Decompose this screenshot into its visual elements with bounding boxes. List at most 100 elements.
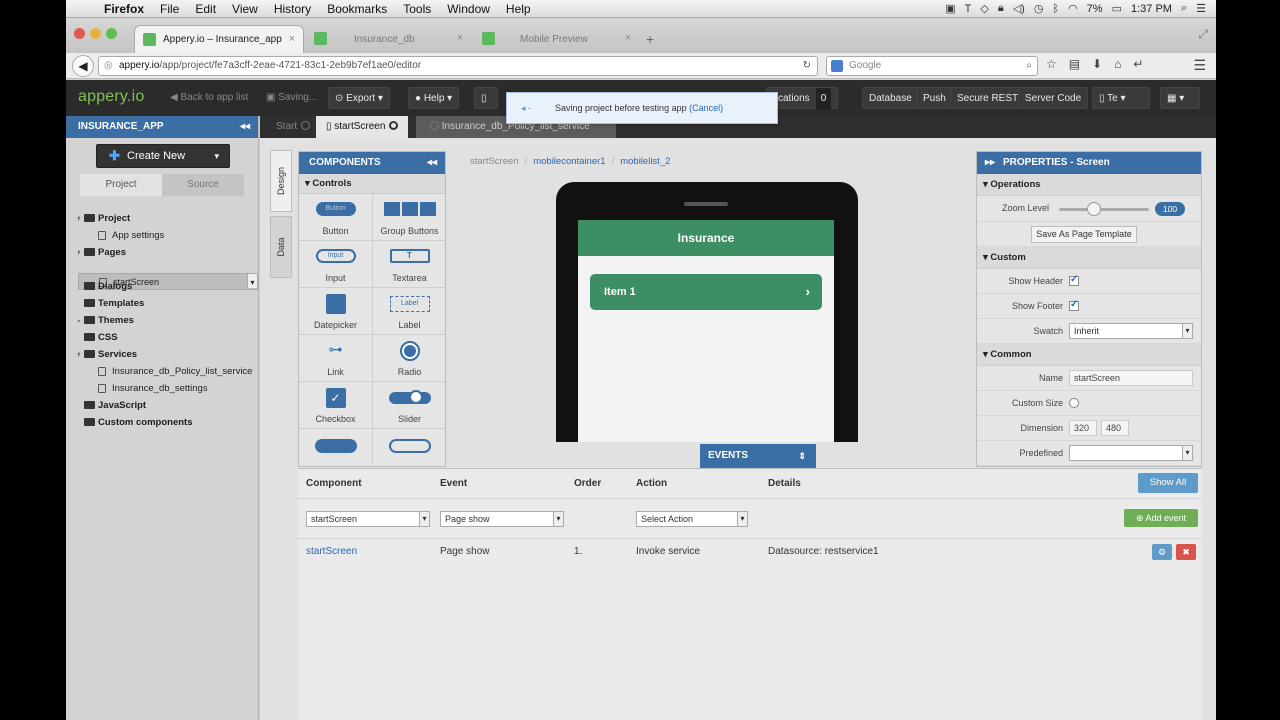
url-bar[interactable]: ◎ appery.io/app/project/fe7a3cff-2eae-47…: [98, 56, 818, 76]
notification-center-icon[interactable]: ☰: [1196, 2, 1206, 15]
breadcrumb-item[interactable]: mobilelist_2: [620, 156, 670, 167]
name-input[interactable]: startScreen: [1069, 370, 1193, 386]
common-section[interactable]: ▾ Common: [977, 344, 1201, 366]
search-icon[interactable]: ⌕: [1026, 57, 1032, 75]
home-icon[interactable]: ⌂: [1114, 57, 1121, 71]
tree-item[interactable]: ▾ Project: [78, 210, 258, 227]
menu-tools[interactable]: Tools: [395, 2, 439, 16]
volume-icon[interactable]: ◁): [1013, 2, 1025, 15]
more-menu-button[interactable]: ▦ ▾: [1160, 87, 1200, 109]
event-component-link[interactable]: startScreen: [306, 546, 357, 557]
menu-help[interactable]: Help: [498, 2, 539, 16]
edit-event-icon[interactable]: ⚙: [1152, 544, 1172, 560]
back-to-app-list-button[interactable]: ◀ Back to app list: [164, 87, 254, 109]
close-tab-icon[interactable]: [430, 121, 439, 130]
spotlight-icon[interactable]: ⌕: [1181, 2, 1187, 15]
component-datepicker[interactable]: Datepicker: [299, 288, 373, 335]
create-new-button[interactable]: ✚ Create New ▾: [96, 144, 230, 168]
help-button[interactable]: ● Help ▾: [408, 87, 460, 109]
component-toggle[interactable]: [299, 429, 373, 466]
tree-item[interactable]: Dialogs: [78, 278, 258, 295]
dimension-height-input[interactable]: 480: [1101, 420, 1129, 436]
close-tab-icon[interactable]: ×: [457, 32, 463, 44]
menu-window[interactable]: Window: [439, 2, 498, 16]
bluetooth-icon[interactable]: ᛒ: [1052, 3, 1059, 15]
minimize-window-button[interactable]: [90, 28, 101, 39]
close-tab-icon[interactable]: [389, 121, 399, 130]
back-button[interactable]: ◀: [72, 55, 94, 77]
share-icon[interactable]: ↵: [1133, 57, 1143, 71]
clock[interactable]: 1:37 PM: [1131, 3, 1172, 15]
close-tab-icon[interactable]: ×: [625, 32, 631, 44]
phone-screen[interactable]: Insurance Item 1 ›: [578, 220, 834, 442]
component-slider[interactable]: Slider: [373, 382, 445, 429]
menu-firefox[interactable]: Firefox: [96, 2, 152, 16]
zoom-slider-handle[interactable]: [1087, 202, 1101, 216]
menu-history[interactable]: History: [266, 2, 319, 16]
custom-size-radio[interactable]: [1069, 398, 1079, 408]
show-all-button[interactable]: Show All: [1138, 473, 1198, 493]
reload-icon[interactable]: ↻: [803, 57, 811, 75]
bookmark-star-icon[interactable]: ☆: [1046, 57, 1057, 71]
component-label[interactable]: Label Label: [373, 288, 445, 335]
battery-icon[interactable]: ▭: [1112, 2, 1122, 15]
component-select[interactable]: startScreen: [306, 511, 430, 527]
delete-event-icon[interactable]: ✖: [1176, 544, 1196, 560]
component-flipswitch[interactable]: [373, 429, 445, 466]
tree-item[interactable]: CSS: [78, 329, 258, 346]
show-header-checkbox[interactable]: [1069, 274, 1079, 286]
browser-tab-insurance-db[interactable]: Insurance_db ×: [306, 25, 471, 53]
component-textarea[interactable]: T Textarea: [373, 241, 445, 288]
collapse-icon[interactable]: ◂◂: [427, 152, 437, 174]
text-icon[interactable]: T: [965, 3, 972, 15]
tree-item[interactable]: Insurance_db_Policy_list_service: [78, 363, 258, 380]
database-button[interactable]: Database: [862, 87, 919, 109]
tab-startscreen[interactable]: ▯ startScreen: [316, 116, 409, 138]
secure-rest-button[interactable]: Secure REST: [950, 87, 1026, 109]
tab-design[interactable]: Design: [270, 150, 292, 212]
device-icon[interactable]: ▯: [474, 87, 498, 109]
breadcrumb-item[interactable]: startScreen: [470, 156, 519, 167]
screen-header[interactable]: Insurance: [578, 220, 834, 256]
tab-data[interactable]: Data: [270, 216, 292, 278]
predefined-select[interactable]: [1069, 445, 1193, 461]
tree-item[interactable]: Templates: [78, 295, 258, 312]
component-group-buttons[interactable]: Group Buttons: [373, 194, 445, 241]
appery-logo[interactable]: appery.io: [78, 88, 144, 106]
list-item[interactable]: Item 1 ›: [590, 274, 822, 310]
tree-item[interactable]: ▸ Themes: [78, 312, 258, 329]
download-icon[interactable]: ⬇: [1092, 57, 1102, 71]
zoom-slider[interactable]: [1059, 208, 1149, 211]
screen-icon[interactable]: ▣: [945, 2, 955, 15]
menu-file[interactable]: File: [152, 2, 187, 16]
menu-view[interactable]: View: [224, 2, 266, 16]
dimension-width-input[interactable]: 320: [1069, 420, 1097, 436]
expand-icon[interactable]: ▸▸: [985, 152, 995, 174]
browser-menu-icon[interactable]: ☰: [1193, 57, 1206, 74]
cancel-link[interactable]: (Cancel): [689, 103, 723, 113]
search-bar[interactable]: Google ⌕: [826, 56, 1038, 76]
new-tab-icon[interactable]: +: [646, 31, 654, 47]
close-tab-icon[interactable]: ×: [289, 33, 295, 45]
breadcrumb-item[interactable]: mobilecontainer1: [533, 156, 605, 167]
component-input[interactable]: Input Input: [299, 241, 373, 288]
test-button[interactable]: ▯ Te ▾: [1092, 87, 1150, 109]
swatch-select[interactable]: Inherit: [1069, 323, 1193, 339]
component-radio[interactable]: Radio: [373, 335, 445, 382]
component-button[interactable]: Button Button: [299, 194, 373, 241]
event-select[interactable]: Page show: [440, 511, 564, 527]
tree-item[interactable]: ▾ Pages: [78, 244, 258, 261]
tree-item[interactable]: Insurance_db_settings: [78, 380, 258, 397]
tab-start[interactable]: Start: [266, 116, 320, 138]
dropbox-icon[interactable]: ◇: [980, 2, 988, 15]
add-event-button[interactable]: ⊕ Add event: [1124, 509, 1198, 527]
lock-icon[interactable]: 🔒︎: [998, 2, 1004, 15]
time-machine-icon[interactable]: ◷: [1034, 2, 1044, 15]
tree-item[interactable]: ▾ Services: [78, 346, 258, 363]
custom-section[interactable]: ▾ Custom: [977, 247, 1201, 269]
tab-source[interactable]: Source: [162, 174, 244, 196]
tree-item[interactable]: App settings: [78, 227, 258, 244]
component-checkbox[interactable]: ✓ Checkbox: [299, 382, 373, 429]
controls-section[interactable]: ▾ Controls: [299, 174, 445, 194]
server-code-button[interactable]: Server Code: [1018, 87, 1089, 109]
